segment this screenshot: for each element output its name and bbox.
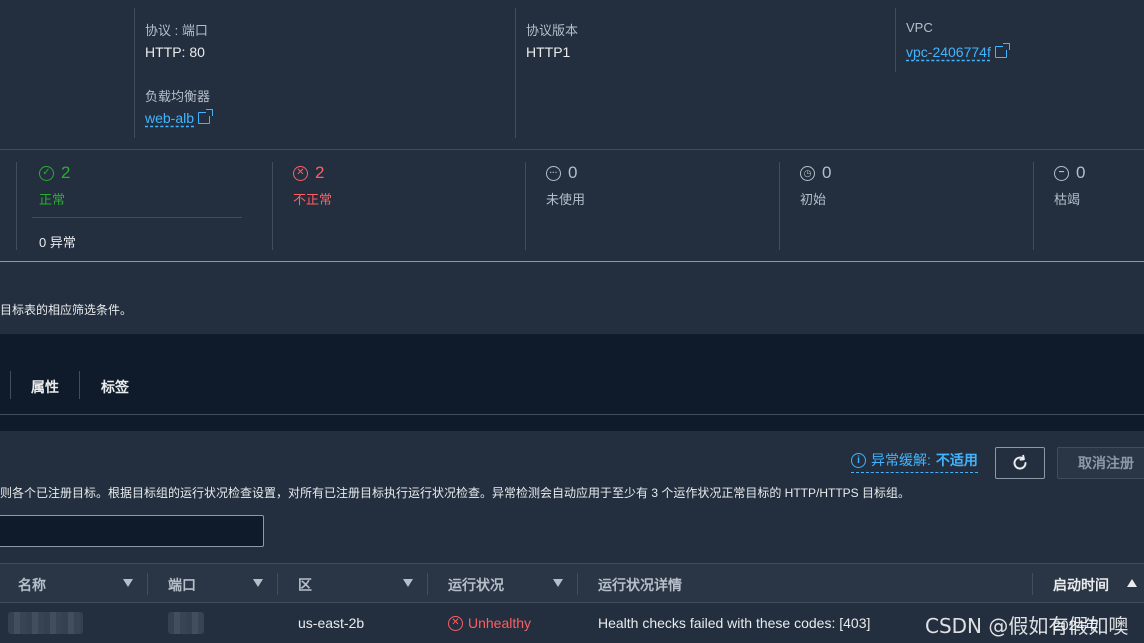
healthy-label: 正常	[39, 192, 66, 207]
info-icon: i	[851, 452, 866, 468]
anomalous-count: 0 异常	[39, 235, 76, 250]
vpc-link[interactable]: vpc-2406774f	[906, 43, 1010, 60]
vpc-value: vpc-2406774f	[906, 44, 991, 60]
watermark: CSDN @假如有假如噢	[925, 614, 1129, 638]
initial-label: 初始	[800, 192, 827, 207]
zone-cell: us-east-2b	[298, 615, 365, 631]
vpc-label: VPC	[906, 20, 933, 35]
tab-divider	[79, 371, 80, 399]
load-balancer-link[interactable]: web-alb	[145, 109, 214, 126]
protocol-port-label: 协议 : 端口	[145, 23, 208, 38]
filter-notice: 目标表的相应筛选条件。	[0, 303, 133, 317]
protocol-port-value: HTTP: 80	[145, 44, 205, 60]
external-link-icon	[198, 109, 214, 124]
tab-divider	[10, 371, 11, 399]
health-status-cell: ✕ Unhealthy	[448, 615, 531, 631]
column-header-health-status[interactable]: 运行状况	[448, 575, 504, 595]
anomaly-mitigation-label: 异常缓解:	[871, 452, 931, 468]
draining-count-value: 0	[1076, 163, 1086, 182]
sort-down-icon[interactable]	[123, 579, 133, 587]
initial-count-value: 0	[822, 163, 832, 182]
refresh-icon	[1013, 454, 1027, 470]
divider	[895, 8, 896, 72]
column-divider[interactable]	[1032, 573, 1033, 595]
tab-attributes[interactable]: 属性	[31, 377, 59, 397]
health-details-cell: Health checks failed with these codes: […	[598, 615, 871, 631]
x-circle-icon: ✕	[293, 165, 308, 181]
divider	[134, 8, 135, 138]
sort-down-icon[interactable]	[253, 579, 263, 587]
draining-count: − 0	[1054, 163, 1085, 183]
sort-up-icon[interactable]	[1127, 579, 1137, 587]
unused-count: ··· 0	[546, 163, 577, 183]
external-link-icon	[994, 43, 1010, 58]
unhealthy-label: 不正常	[293, 192, 333, 207]
load-balancer-value: web-alb	[145, 110, 195, 126]
divider	[16, 162, 17, 250]
column-divider[interactable]	[147, 573, 148, 595]
redacted-port	[168, 612, 204, 634]
column-header-zone[interactable]: 区	[298, 575, 312, 595]
initial-count: ◷ 0	[800, 163, 831, 183]
refresh-button[interactable]	[995, 447, 1045, 479]
unused-label: 未使用	[546, 192, 586, 207]
tab-bar: 属性 标签	[0, 334, 1144, 415]
table-header: 名称 端口 区 运行状况 运行状况详情 启动时间	[0, 563, 1144, 603]
column-divider[interactable]	[577, 573, 578, 595]
load-balancer-label: 负载均衡器	[145, 89, 211, 104]
anomaly-mitigation-value: 不适用	[935, 452, 978, 468]
clock-icon: ◷	[800, 165, 815, 181]
deregister-button[interactable]: 取消注册	[1057, 447, 1144, 479]
protocol-version-value: HTTP1	[526, 44, 571, 60]
search-input[interactable]	[0, 515, 264, 547]
health-status-value: Unhealthy	[468, 615, 532, 631]
anomaly-mitigation-link[interactable]: i 异常缓解: 不适用	[851, 450, 978, 473]
draining-label: 枯竭	[1054, 192, 1081, 207]
divider	[515, 8, 516, 138]
health-summary-panel: ✓ 2 正常 0 异常 ✕ 2 不正常 ··· 0 未使用 ◷ 0 初始 − 0…	[0, 150, 1144, 262]
ellipsis-circle-icon: ···	[546, 165, 561, 181]
divider	[272, 162, 273, 250]
filter-notice-panel: 目标表的相应筛选条件。	[0, 262, 1144, 334]
protocol-version-label: 协议版本	[526, 23, 579, 38]
column-divider[interactable]	[427, 573, 428, 595]
x-circle-icon: ✕	[448, 615, 463, 631]
sort-down-icon[interactable]	[553, 579, 563, 587]
sort-down-icon[interactable]	[403, 579, 413, 587]
column-header-name[interactable]: 名称	[18, 575, 46, 595]
redacted-name	[8, 612, 83, 634]
divider	[32, 217, 242, 218]
unhealthy-count: ✕ 2	[293, 163, 324, 183]
column-header-port[interactable]: 端口	[168, 575, 196, 595]
column-header-launch-time[interactable]: 启动时间	[1053, 575, 1109, 595]
spacer	[0, 415, 1144, 431]
targets-description: 则各个已注册目标。根据目标组的运行状况检查设置，对所有已注册目标执行运行状况检查…	[0, 486, 911, 500]
details-panel: 协议 : 端口 HTTP: 80 负载均衡器 web-alb 协议版本 HTTP…	[0, 0, 1144, 150]
tab-tags[interactable]: 标签	[101, 377, 129, 397]
unused-count-value: 0	[568, 163, 578, 182]
healthy-count: ✓ 2	[39, 163, 70, 183]
divider	[779, 162, 780, 250]
column-header-health-details[interactable]: 运行状况详情	[598, 575, 682, 595]
divider	[1033, 162, 1034, 250]
divider	[525, 162, 526, 250]
check-circle-icon: ✓	[39, 165, 54, 181]
column-divider[interactable]	[277, 573, 278, 595]
unhealthy-count-value: 2	[315, 163, 325, 182]
healthy-count-value: 2	[61, 163, 71, 182]
minus-circle-icon: −	[1054, 165, 1069, 181]
